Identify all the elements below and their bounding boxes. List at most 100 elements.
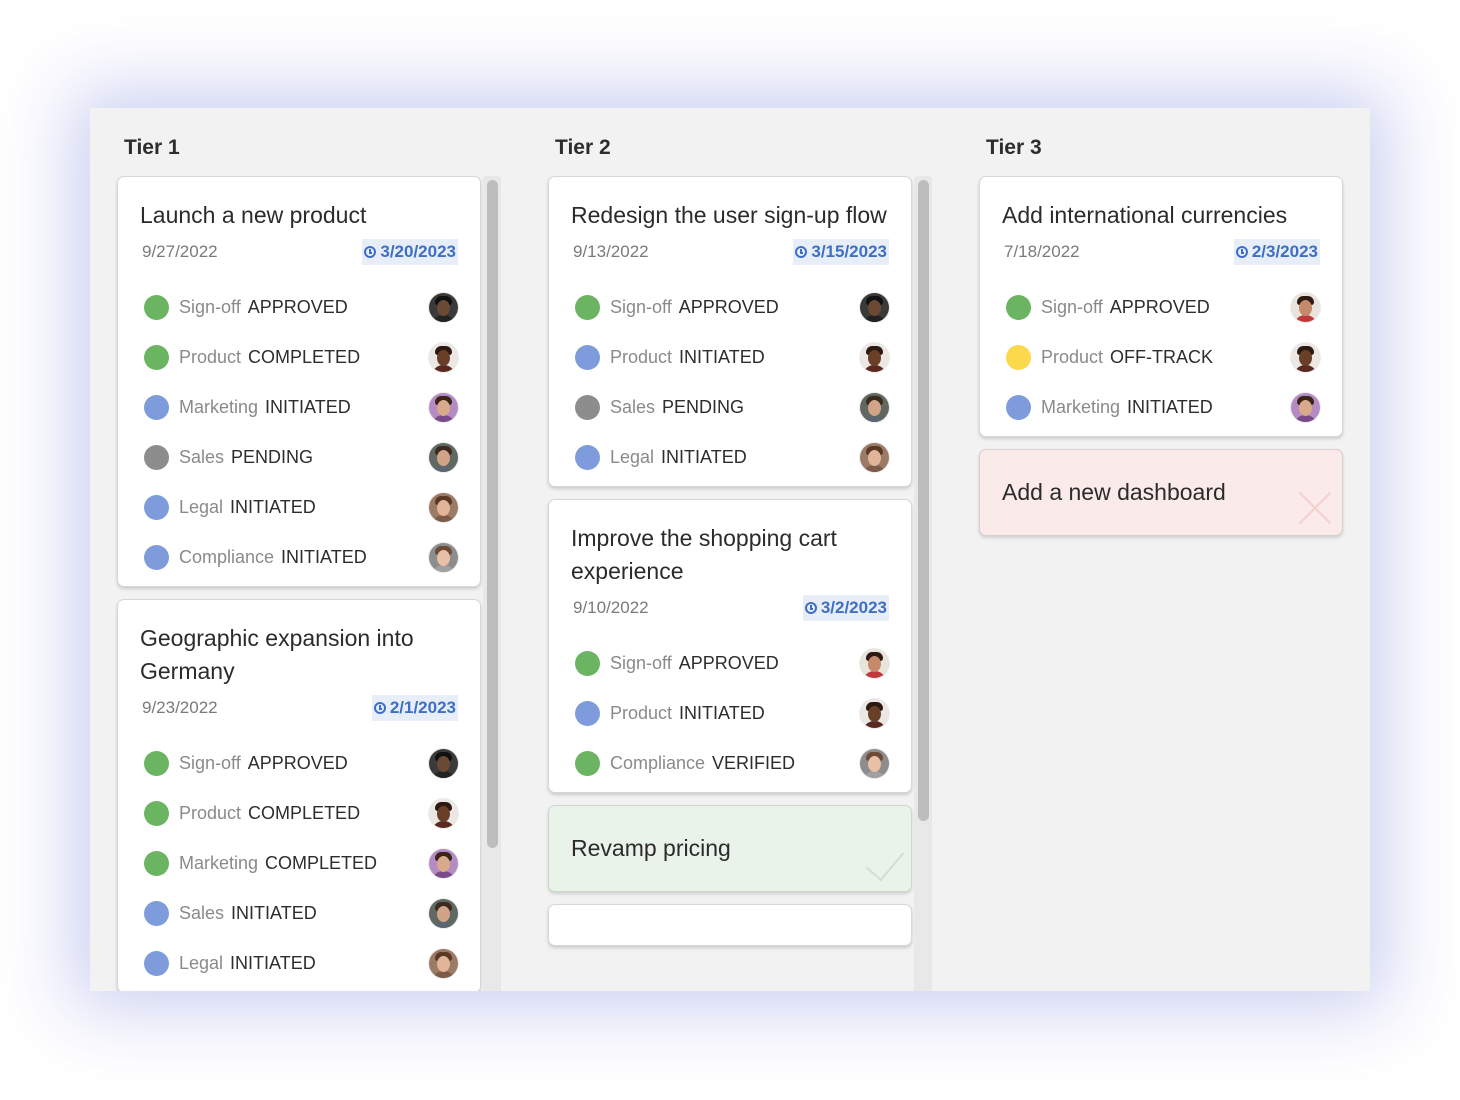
status-row[interactable]: Legal INITIATED — [140, 482, 458, 532]
avatar-body — [863, 670, 886, 678]
due-date-badge: 3/15/2023 — [793, 239, 889, 265]
task-card[interactable]: Geographic expansion into Germany 9/23/20… — [117, 599, 481, 991]
avatar-face — [437, 549, 450, 566]
avatar[interactable] — [860, 392, 889, 422]
status-label: Sign-off — [610, 652, 672, 673]
status-row[interactable]: Sign-off APPROVED — [140, 282, 458, 332]
avatar[interactable] — [1291, 342, 1320, 372]
avatar[interactable] — [429, 848, 458, 878]
status-row[interactable]: Sales PENDING — [140, 432, 458, 482]
status-value: OFF-TRACK — [1110, 346, 1214, 367]
task-card[interactable] — [548, 904, 912, 946]
avatar[interactable] — [429, 542, 458, 572]
status-row[interactable]: Sign-off APPROVED — [140, 738, 458, 788]
avatar-face — [437, 499, 450, 516]
avatar[interactable] — [429, 898, 458, 928]
completed-card[interactable]: Revamp pricing — [548, 805, 912, 892]
status-value: VERIFIED — [712, 752, 796, 773]
task-card[interactable]: Improve the shopping cart experience 9/10… — [548, 499, 912, 793]
avatar[interactable] — [429, 948, 458, 978]
dismissable-card[interactable]: Add a new dashboard — [979, 449, 1343, 536]
avatar[interactable] — [860, 342, 889, 372]
task-card[interactable]: Add international currencies 7/18/2022 2/3… — [979, 176, 1343, 437]
avatar-face — [437, 955, 450, 972]
status-value: APPROVED — [678, 652, 779, 673]
status-row[interactable]: Product COMPLETED — [140, 788, 458, 838]
status-row[interactable]: Sales PENDING — [571, 382, 889, 432]
avatar-face — [868, 449, 881, 466]
avatar[interactable] — [1291, 292, 1320, 322]
avatar[interactable] — [1291, 392, 1320, 422]
status-dot — [144, 444, 169, 470]
status-dot — [144, 850, 169, 876]
status-row[interactable]: Legal INITIATED — [571, 432, 889, 482]
avatar[interactable] — [860, 698, 889, 728]
avatar[interactable] — [429, 392, 458, 422]
avatar[interactable] — [860, 442, 889, 472]
avatar-body — [1294, 414, 1317, 422]
status-row[interactable]: Product INITIATED — [571, 332, 889, 382]
avatar-body — [863, 464, 886, 472]
avatar-face — [1299, 399, 1312, 416]
status-row[interactable]: Sign-off APPROVED — [1002, 282, 1320, 332]
status-label: Product — [179, 802, 242, 823]
status-dot — [144, 544, 169, 570]
status-row[interactable]: Marketing INITIATED — [1002, 382, 1320, 432]
task-card[interactable]: Redesign the user sign-up flow 9/13/2022 3… — [548, 176, 912, 487]
status-value: INITIATED — [230, 952, 316, 973]
status-row[interactable]: Compliance VERIFIED — [571, 738, 889, 788]
card-dates: 9/23/2022 2/1/2023 — [140, 693, 458, 723]
scrollbar[interactable] — [914, 176, 932, 991]
avatar[interactable] — [429, 798, 458, 828]
avatar[interactable] — [860, 292, 889, 322]
avatar[interactable] — [429, 492, 458, 522]
avatar-face — [437, 755, 450, 772]
card-title: Add international currencies — [1002, 202, 1288, 228]
status-row[interactable]: Sign-off APPROVED — [571, 282, 889, 332]
kanban-board: Tier 1 Launch a new product 9/27/2022 3/20… — [90, 108, 1370, 991]
clock-icon — [795, 246, 808, 258]
avatar-body — [432, 970, 455, 978]
status-dot — [575, 394, 600, 420]
avatar[interactable] — [429, 292, 458, 322]
scrollbar[interactable] — [483, 176, 501, 991]
avatar-body — [432, 364, 455, 372]
start-date: 9/23/2022 — [142, 698, 218, 717]
due-date: 2/3/2023 — [1251, 242, 1318, 261]
due-date: 3/15/2023 — [811, 242, 887, 261]
avatar-body — [432, 770, 455, 778]
status-row[interactable]: Product INITIATED — [571, 688, 889, 738]
avatar[interactable] — [429, 342, 458, 372]
due-date-badge: 2/3/2023 — [1233, 239, 1320, 265]
status-dot — [575, 344, 600, 370]
task-card[interactable]: Launch a new product 9/27/2022 3/20/2023 Si… — [117, 176, 481, 587]
status-row[interactable]: Sales INITIATED — [140, 888, 458, 938]
status-label: Legal — [179, 496, 224, 517]
status-row[interactable]: Sign-off APPROVED — [571, 638, 889, 688]
avatar-face — [868, 755, 881, 772]
scrollbar-thumb[interactable] — [487, 180, 498, 848]
status-row[interactable]: Compliance INITIATED — [140, 532, 458, 582]
close-icon[interactable] — [1298, 491, 1332, 525]
avatar-face — [868, 655, 881, 672]
status-row[interactable]: Product OFF-TRACK — [1002, 332, 1320, 382]
status-value: PENDING — [662, 396, 745, 417]
status-row[interactable]: Marketing COMPLETED — [140, 838, 458, 888]
start-date: 9/10/2022 — [573, 598, 649, 617]
status-value: COMPLETED — [248, 802, 361, 823]
status-row[interactable]: Legal INITIATED — [140, 938, 458, 988]
avatar-face — [437, 905, 450, 922]
avatar[interactable] — [860, 648, 889, 678]
avatar[interactable] — [429, 442, 458, 472]
status-row[interactable]: Product COMPLETED — [140, 332, 458, 382]
avatar[interactable] — [860, 748, 889, 778]
status-dot — [575, 700, 600, 726]
status-value: INITIATED — [679, 702, 765, 723]
status-row[interactable]: Marketing INITIATED — [140, 382, 458, 432]
avatar[interactable] — [429, 748, 458, 778]
avatar-face — [437, 299, 450, 316]
status-label: Legal — [610, 446, 655, 467]
status-label: Compliance — [610, 752, 706, 773]
column-title: Tier 1 — [124, 136, 180, 159]
scrollbar-thumb[interactable] — [918, 180, 929, 821]
